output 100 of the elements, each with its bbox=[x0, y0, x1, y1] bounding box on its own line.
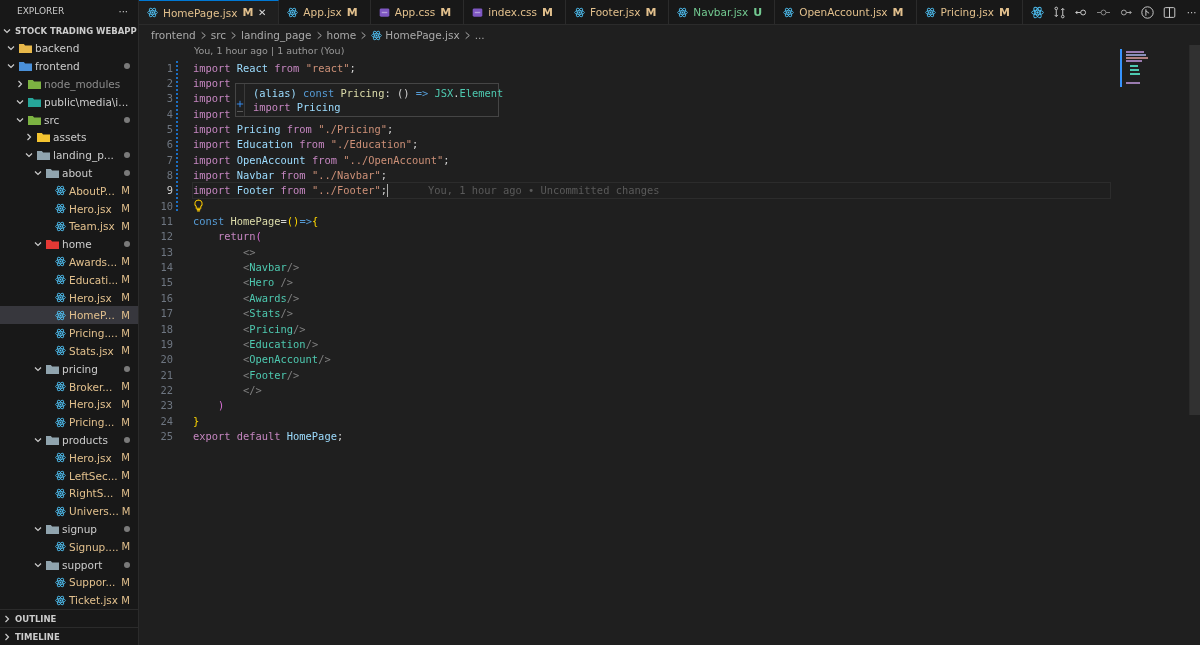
editor-tab[interactable]: OpenAccount.jsx M bbox=[775, 0, 917, 24]
editor-tab[interactable]: App.jsx M bbox=[279, 0, 371, 24]
tree-item[interactable]: src bbox=[0, 110, 138, 129]
react-icon[interactable] bbox=[1030, 5, 1044, 19]
line-number: 23 bbox=[159, 399, 173, 412]
code-line: </> bbox=[242, 383, 262, 396]
tree-item[interactable]: Hero.jsx M bbox=[0, 395, 138, 414]
tree-item[interactable]: Signup.... M bbox=[0, 537, 138, 556]
git-status-label: M bbox=[121, 470, 130, 481]
tree-item[interactable]: HomeP... M bbox=[0, 306, 138, 325]
editor-tab[interactable]: Pricing.jsx M bbox=[916, 0, 1023, 24]
codelens[interactable]: You, 1 hour ago | 1 author (You) bbox=[194, 45, 345, 56]
react-icon bbox=[55, 256, 66, 268]
more-button[interactable]: ··· bbox=[116, 5, 130, 17]
more-button[interactable]: ··· bbox=[1184, 6, 1199, 18]
line-number: 5 bbox=[165, 123, 173, 136]
git-status-label: M bbox=[121, 220, 130, 232]
editor-tab[interactable]: Navbar.jsx U bbox=[669, 0, 776, 24]
code-line: <Footer/> bbox=[242, 368, 300, 381]
project-header[interactable]: STOCK TRADING WEBAPP bbox=[0, 22, 138, 40]
tree-item[interactable]: LeftSec... M bbox=[0, 466, 138, 485]
line-number: 14 bbox=[159, 261, 173, 274]
tree-item[interactable]: support bbox=[0, 555, 138, 574]
lightbulb-icon[interactable] bbox=[193, 199, 204, 213]
code-line: <Awards/> bbox=[242, 291, 300, 304]
tree-item[interactable]: Suppor... M bbox=[0, 573, 138, 592]
code-line: const HomePage=()=>{ bbox=[193, 215, 319, 228]
line-number: 6 bbox=[165, 138, 173, 151]
tree-item[interactable]: backend bbox=[0, 39, 138, 58]
breadcrumb[interactable]: src bbox=[210, 29, 227, 41]
tree-item[interactable]: Team.jsx M bbox=[0, 217, 138, 236]
breadcrumb[interactable]: home bbox=[326, 29, 357, 41]
editor-tab[interactable]: HomePage.jsx M ✕ bbox=[139, 0, 280, 24]
compare-icon[interactable] bbox=[1052, 5, 1066, 19]
tree-item[interactable]: Awards... M bbox=[0, 253, 138, 271]
tree-item[interactable]: Stats.jsx M bbox=[0, 342, 138, 360]
git-status-label: M bbox=[121, 487, 130, 499]
react-icon bbox=[287, 6, 299, 18]
react-icon bbox=[55, 576, 66, 588]
tree-item[interactable]: RightS... M bbox=[0, 484, 138, 503]
tree-item[interactable]: Hero.jsx M bbox=[0, 288, 138, 307]
react-icon bbox=[55, 274, 66, 286]
breadcrumb[interactable]: landing_page bbox=[241, 29, 312, 41]
expand-icon[interactable] bbox=[236, 100, 244, 108]
tree-item[interactable]: AboutP... M bbox=[0, 181, 138, 200]
tree-item[interactable]: frontend bbox=[0, 57, 138, 76]
tree-item[interactable]: Pricing... M bbox=[0, 413, 138, 432]
git-icon[interactable] bbox=[1140, 5, 1154, 19]
react-icon bbox=[55, 327, 66, 339]
panel-header[interactable]: OUTLINE bbox=[0, 609, 138, 627]
tree-item[interactable]: Univers... M bbox=[0, 502, 138, 520]
tree-item[interactable]: landing_p... bbox=[0, 146, 138, 165]
tree-item[interactable]: products bbox=[0, 431, 138, 449]
git-status-label: M bbox=[121, 185, 130, 197]
code-line: import Navbar from "../Navbar"; bbox=[193, 169, 387, 182]
line-number: 19 bbox=[159, 337, 173, 350]
tree-item[interactable]: Ticket.jsx M bbox=[0, 591, 138, 609]
breadcrumb[interactable]: ... bbox=[474, 29, 485, 41]
line-number: 20 bbox=[159, 353, 173, 366]
react-icon bbox=[55, 345, 66, 357]
tree-item[interactable]: Hero.jsx M bbox=[0, 448, 138, 467]
git-status-label: M bbox=[121, 381, 130, 393]
tree-item[interactable]: Broker... M bbox=[0, 377, 138, 396]
line-number: 3 bbox=[165, 92, 173, 105]
tree-item[interactable]: signup bbox=[0, 520, 138, 538]
tree-item[interactable]: Pricing.... M bbox=[0, 324, 138, 343]
react-icon bbox=[55, 185, 66, 197]
git-status-label: M bbox=[121, 256, 130, 268]
tree-item[interactable]: Hero.jsx M bbox=[0, 199, 138, 218]
git-status-label: M bbox=[121, 541, 131, 553]
close-button[interactable]: ✕ bbox=[258, 7, 267, 18]
tree-item[interactable]: assets bbox=[0, 128, 138, 147]
split-editor-icon[interactable] bbox=[1162, 5, 1176, 19]
line-number: 12 bbox=[159, 230, 173, 243]
react-icon bbox=[55, 541, 66, 553]
git-status-label: M bbox=[121, 594, 130, 606]
line-number: 18 bbox=[159, 322, 173, 335]
code-line: import React from "react"; bbox=[193, 61, 356, 74]
git-status-label: M bbox=[121, 452, 130, 464]
chevron-icon bbox=[2, 631, 12, 642]
react-icon bbox=[574, 6, 585, 18]
editor-tab[interactable]: index.css M bbox=[464, 0, 566, 24]
react-icon bbox=[783, 6, 795, 18]
tree-item[interactable]: public\media\i... bbox=[0, 92, 138, 111]
tree-item[interactable]: home bbox=[0, 235, 138, 254]
line-number: 17 bbox=[159, 307, 173, 320]
line-number: 8 bbox=[165, 169, 173, 182]
line-number: 24 bbox=[159, 414, 173, 427]
tree-item[interactable]: Educati... M bbox=[0, 270, 138, 289]
tree-item[interactable]: pricing bbox=[0, 359, 138, 378]
breadcrumb[interactable]: HomePage.jsx bbox=[385, 29, 460, 41]
git-status-label: M bbox=[121, 345, 130, 357]
editor-tab[interactable]: Footer.jsx M bbox=[566, 0, 670, 24]
tree-item[interactable]: node_modules bbox=[0, 75, 138, 93]
line-number: 4 bbox=[165, 107, 173, 120]
tree-item[interactable]: about bbox=[0, 164, 138, 182]
editor-tab[interactable]: App.css M bbox=[370, 0, 465, 24]
panel-header[interactable]: TIMELINE bbox=[0, 627, 138, 645]
css-file-icon bbox=[378, 6, 390, 18]
breadcrumb[interactable]: frontend bbox=[151, 29, 196, 41]
